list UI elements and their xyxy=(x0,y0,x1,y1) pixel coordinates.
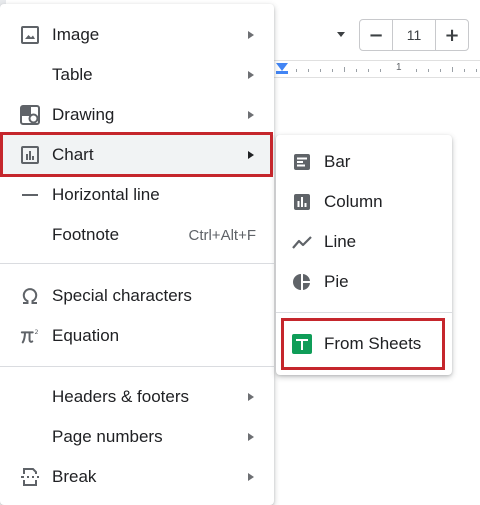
menu-item-label: Drawing xyxy=(52,105,115,124)
ruler[interactable]: 1 xyxy=(270,60,480,78)
indent-bar[interactable] xyxy=(276,71,288,74)
submenu-item-line[interactable]: Line xyxy=(276,222,452,262)
font-dropdown-chevron-icon[interactable] xyxy=(335,28,347,40)
menu-item-label: Table xyxy=(52,65,93,84)
submenu-arrow-icon xyxy=(248,473,254,481)
sheets-icon xyxy=(292,334,312,354)
menu-item-chart[interactable]: Chart xyxy=(0,135,274,175)
submenu-item-column[interactable]: Column xyxy=(276,182,452,222)
font-size-stepper[interactable]: − 11 + xyxy=(359,19,469,51)
menu-divider xyxy=(0,263,274,264)
menu-item-special-characters[interactable]: Special characters xyxy=(0,276,274,316)
submenu-divider xyxy=(276,312,452,313)
menu-item-label: Headers & footers xyxy=(52,387,190,406)
menu-item-label: Page numbers xyxy=(52,427,163,446)
submenu-item-label: Column xyxy=(324,192,383,211)
menu-item-horizontal-line[interactable]: Horizontal line xyxy=(0,175,274,215)
submenu-item-label: From Sheets xyxy=(324,334,422,353)
increase-font-size-button[interactable]: + xyxy=(436,20,468,50)
submenu-item-bar[interactable]: Bar xyxy=(276,142,452,182)
submenu-arrow-icon xyxy=(248,111,254,119)
break-icon xyxy=(20,467,40,487)
submenu-arrow-icon xyxy=(248,433,254,441)
menu-item-label: Special characters xyxy=(52,286,192,305)
menu-item-label: Break xyxy=(52,467,97,486)
submenu-item-label: Line xyxy=(324,232,357,251)
indent-marker[interactable] xyxy=(276,63,288,71)
font-size-input[interactable]: 11 xyxy=(392,20,436,50)
menu-item-label: Equation xyxy=(52,326,120,345)
menu-item-label: Footnote xyxy=(52,225,120,244)
ruler-ticks xyxy=(296,67,477,72)
menu-item-footnote[interactable]: Footnote Ctrl+Alt+F xyxy=(0,215,274,255)
menu-item-table[interactable]: Table xyxy=(0,55,274,95)
drawing-icon xyxy=(20,105,40,125)
shortcut-hint: Ctrl+Alt+F xyxy=(188,226,256,244)
chart-icon xyxy=(20,145,40,165)
menu-item-page-numbers[interactable]: Page numbers xyxy=(0,417,274,457)
submenu-item-from-sheets[interactable]: From Sheets xyxy=(276,324,452,364)
menu-item-label: Horizontal line xyxy=(52,185,160,204)
svg-text:2: 2 xyxy=(35,329,39,336)
submenu-item-pie[interactable]: Pie xyxy=(276,262,452,302)
menu-item-break[interactable]: Break xyxy=(0,457,274,497)
bar-chart-icon xyxy=(292,152,312,172)
menu-item-image[interactable]: Image xyxy=(0,15,274,55)
decrease-font-size-button[interactable]: − xyxy=(360,20,392,50)
column-chart-icon xyxy=(292,192,312,212)
submenu-arrow-icon xyxy=(248,151,254,159)
pi-icon: 2 xyxy=(20,326,40,346)
menu-item-drawing[interactable]: Drawing xyxy=(0,95,274,135)
menu-item-headers-footers[interactable]: Headers & footers xyxy=(0,377,274,417)
omega-icon xyxy=(20,286,40,306)
ruler-number: 1 xyxy=(396,62,402,73)
chart-submenu: Bar Column Line Pie From Sheets xyxy=(276,135,452,375)
menu-item-equation[interactable]: 2 Equation xyxy=(0,316,274,356)
menu-item-label: Chart xyxy=(52,145,94,164)
submenu-item-label: Pie xyxy=(324,272,349,291)
image-icon xyxy=(20,25,40,45)
submenu-arrow-icon xyxy=(248,393,254,401)
pie-chart-icon xyxy=(292,272,312,292)
menu-divider xyxy=(0,366,274,367)
insert-menu: Image Table Drawing Chart Horizontal lin… xyxy=(0,4,274,505)
submenu-arrow-icon xyxy=(248,71,254,79)
submenu-arrow-icon xyxy=(248,31,254,39)
horizontal-line-icon xyxy=(20,185,40,205)
line-chart-icon xyxy=(292,232,312,252)
submenu-item-label: Bar xyxy=(324,152,351,171)
menu-item-label: Image xyxy=(52,25,100,44)
